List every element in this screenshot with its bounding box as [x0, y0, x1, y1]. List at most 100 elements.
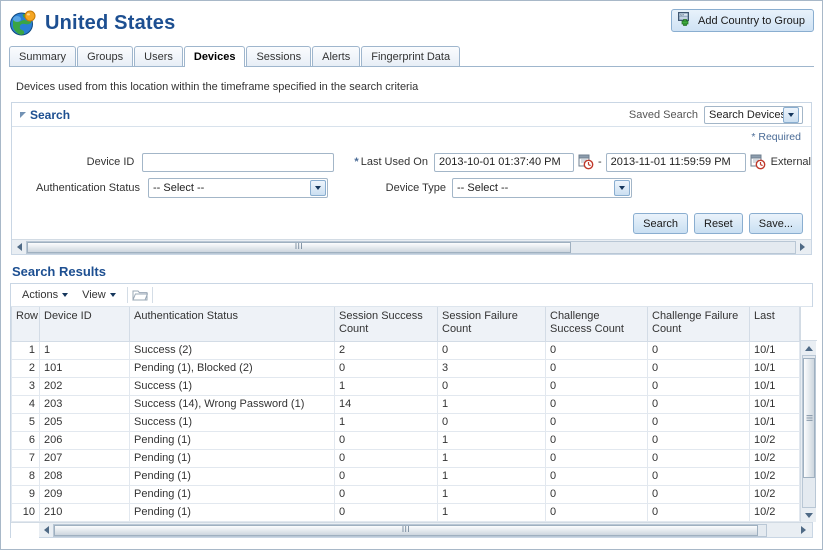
tab-devices[interactable]: Devices [183, 46, 246, 67]
column-header-authentication-status[interactable]: Authentication Status [129, 307, 335, 342]
device-id-input[interactable] [142, 152, 334, 172]
search-panel-horizontal-scrollbar[interactable]: III [12, 239, 811, 254]
last-used-from-input[interactable] [433, 152, 574, 172]
table-row[interactable]: 4 203 Success (14), Wrong Password (1) 1… [11, 394, 800, 414]
cell-device-id[interactable]: 1 [39, 340, 130, 360]
add-country-to-group-button[interactable]: xyz Add Country to Group [670, 9, 814, 32]
cell-challenge-failure: 0 [647, 412, 750, 432]
scroll-right-arrow-icon[interactable] [796, 524, 810, 537]
actions-menu-label: Actions [22, 289, 59, 301]
scroll-down-arrow-icon[interactable] [801, 508, 817, 522]
cell-session-failure: 0 [437, 376, 546, 396]
disclosure-triangle-icon[interactable] [20, 111, 26, 118]
search-results-panel: Actions View Row Device ID Authenticatio… [10, 283, 817, 538]
cell-device-id[interactable]: 210 [39, 502, 130, 523]
device-type-select[interactable]: -- Select -- [452, 178, 632, 198]
authentication-status-select[interactable]: -- Select -- [148, 178, 328, 198]
actions-menu[interactable]: Actions [15, 285, 75, 305]
tab-groups[interactable]: Groups [77, 46, 134, 66]
tab-users[interactable]: Users [134, 46, 183, 66]
table-row[interactable]: 10 210 Pending (1) 0 1 0 0 10/2 [11, 502, 800, 523]
save-button[interactable]: Save... [748, 213, 803, 234]
scroll-track[interactable]: III [801, 355, 816, 508]
add-group-icon: xyz [677, 12, 693, 29]
chevron-down-icon[interactable] [310, 180, 326, 196]
cell-device-id[interactable]: 202 [39, 376, 130, 396]
table-row[interactable]: 2 101 Pending (1), Blocked (2) 0 3 0 0 1… [11, 358, 800, 378]
scroll-left-arrow-icon[interactable] [12, 241, 26, 254]
tab-alerts[interactable]: Alerts [312, 46, 361, 66]
column-header-session-failure-count[interactable]: Session Failure Count [437, 307, 546, 342]
table-row[interactable]: 7 207 Pending (1) 0 1 0 0 10/2 [11, 448, 800, 468]
cell-device-id[interactable]: 208 [39, 466, 130, 486]
reset-button[interactable]: Reset [694, 213, 743, 234]
scroll-thumb[interactable]: III [802, 358, 815, 478]
cell-device-id[interactable]: 205 [39, 412, 130, 432]
last-used-to-input[interactable] [605, 152, 746, 172]
cell-row: 2 [11, 358, 40, 378]
cell-device-id[interactable]: 203 [39, 394, 130, 414]
cell-device-id[interactable]: 206 [39, 430, 130, 450]
search-section-title: Search [30, 107, 71, 122]
cell-session-success: 0 [334, 430, 438, 450]
tab-label: Groups [87, 50, 124, 63]
cell-session-success: 1 [334, 376, 438, 396]
scroll-up-arrow-icon[interactable] [801, 341, 817, 355]
authentication-status-label: Authentication Status [36, 182, 140, 194]
table-row[interactable]: 8 208 Pending (1) 0 1 0 0 10/2 [11, 466, 800, 486]
cell-last: 10/1 [749, 394, 800, 414]
calendar-picker-icon-from[interactable] [578, 154, 594, 170]
chevron-down-icon[interactable] [783, 106, 799, 123]
column-header-challenge-success-count[interactable]: Challenge Success Count [545, 307, 648, 342]
cell-session-failure: 1 [437, 430, 546, 450]
form-row-2: Authentication Status -- Select -- Devic… [12, 175, 811, 201]
chevron-down-icon [109, 293, 116, 297]
search-button[interactable]: Search [633, 213, 688, 234]
column-header-challenge-failure-count[interactable]: Challenge Failure Count [647, 307, 750, 342]
search-button-row: Search Reset Save... [12, 211, 811, 239]
table-row[interactable]: 1 1 Success (2) 2 0 0 0 10/1 [11, 340, 800, 360]
table-row[interactable]: 9 209 Pending (1) 0 1 0 0 10/2 [11, 484, 800, 504]
search-form: Device ID * Last Used On 2013-10-01 01:3… [12, 143, 811, 211]
table-row[interactable]: 6 206 Pending (1) 0 1 0 0 10/2 [11, 430, 800, 450]
cell-challenge-failure: 0 [647, 376, 750, 396]
cell-session-success: 2 [334, 340, 438, 360]
scroll-track[interactable]: III [26, 240, 796, 254]
cell-challenge-success: 0 [545, 376, 648, 396]
toolbar-separator [151, 287, 153, 303]
cell-challenge-success: 0 [545, 484, 648, 504]
calendar-picker-icon-to[interactable] [750, 154, 766, 170]
column-header-session-success-count[interactable]: Session Success Count [334, 307, 438, 342]
detach-folder-icon[interactable] [131, 288, 148, 302]
scroll-right-arrow-icon[interactable] [795, 241, 809, 254]
results-vertical-scrollbar[interactable]: III [800, 307, 817, 522]
chevron-down-icon[interactable] [614, 180, 630, 196]
scroll-grip: III [294, 242, 304, 251]
cell-row: 3 [11, 376, 40, 396]
table-row[interactable]: 3 202 Success (1) 1 0 0 0 10/1 [11, 376, 800, 396]
scroll-left-arrow-icon[interactable] [39, 524, 53, 537]
column-header-last[interactable]: Last [749, 307, 800, 342]
column-header-device-id[interactable]: Device ID [39, 307, 130, 342]
cell-device-id[interactable]: 101 [39, 358, 130, 378]
tab-sessions[interactable]: Sessions [246, 46, 312, 66]
tab-label: Users [144, 50, 173, 63]
tab-bar: Summary Groups Users Devices Sessions Al… [9, 45, 814, 67]
results-horizontal-scrollbar[interactable]: III [11, 522, 812, 538]
saved-search-select[interactable]: Search Devices [704, 105, 803, 124]
view-menu[interactable]: View [75, 285, 123, 305]
tab-fingerprint-data[interactable]: Fingerprint Data [361, 46, 461, 66]
scroll-track[interactable]: III [53, 523, 767, 537]
scroll-thumb[interactable]: III [54, 524, 758, 536]
cell-device-id[interactable]: 209 [39, 484, 130, 504]
table-row[interactable]: 5 205 Success (1) 1 0 0 0 10/1 [11, 412, 800, 432]
tab-summary[interactable]: Summary [9, 46, 77, 66]
scroll-thumb[interactable]: III [27, 241, 571, 253]
column-header-row[interactable]: Row [11, 307, 40, 342]
cell-row: 10 [11, 502, 40, 523]
chevron-down-icon [62, 293, 69, 297]
cell-device-id[interactable]: 207 [39, 448, 130, 468]
cell-auth-status: Pending (1), Blocked (2) [129, 358, 335, 378]
authentication-status-value: -- Select -- [153, 182, 205, 194]
cell-last: 10/2 [749, 502, 800, 523]
